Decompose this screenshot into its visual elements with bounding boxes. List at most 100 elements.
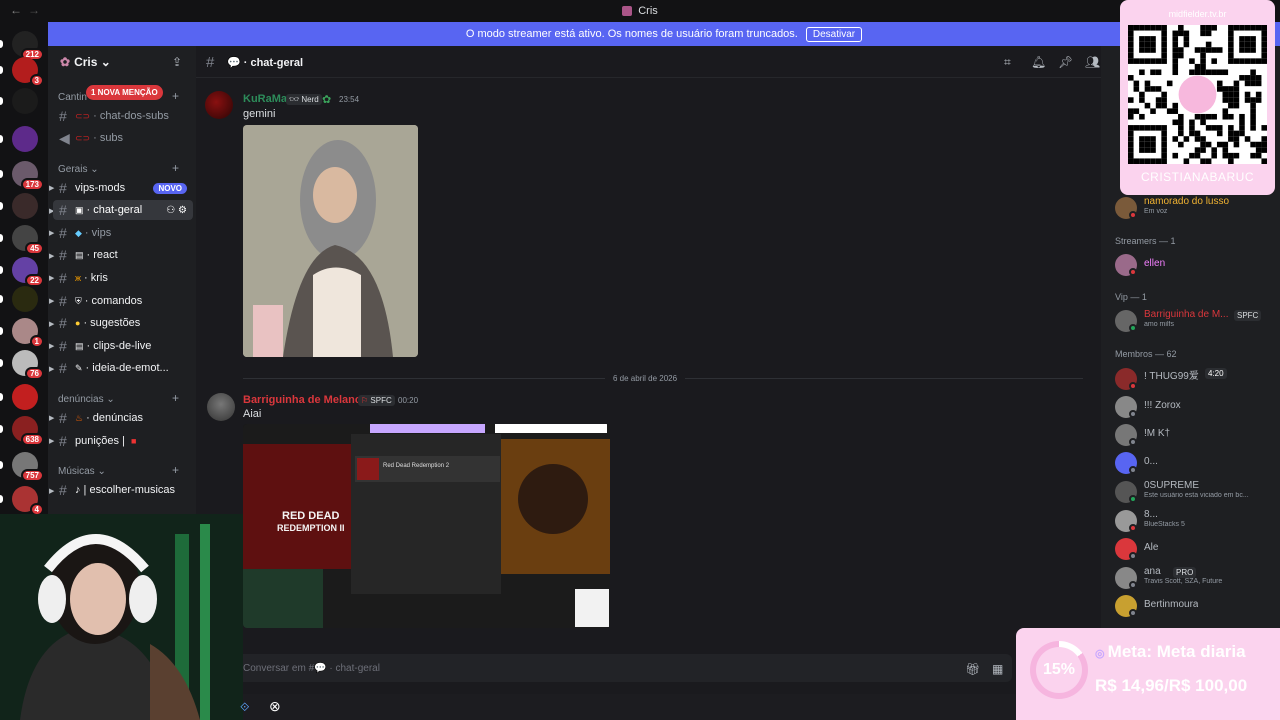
qr-module: [1178, 125, 1184, 131]
gift-icon[interactable]: 🎁︎: [965, 662, 980, 676]
channel-vips-mods[interactable]: # vips-mods NOVO: [53, 178, 193, 198]
qr-module: [1250, 69, 1256, 76]
server-icon[interactable]: 3: [12, 57, 44, 87]
member-list-icon[interactable]: 👥︎: [1085, 55, 1100, 69]
threads-icon[interactable]: ⌗: [1004, 55, 1011, 70]
pin-icon[interactable]: 📌︎: [1058, 55, 1073, 69]
server-icon[interactable]: [12, 286, 38, 312]
screenshot-attachment[interactable]: Red Dead Redemption 2 RED DEAD REDEMPTION…: [243, 424, 610, 628]
add-channel-icon[interactable]: +: [172, 391, 179, 405]
new-mention-pill[interactable]: 1 NOVA MENÇÃO: [86, 85, 163, 100]
qr-module: [1233, 86, 1240, 92]
server-icon[interactable]: 173: [12, 161, 44, 191]
forward-arrow-icon[interactable]: →: [28, 3, 40, 17]
add-channel-icon[interactable]: +: [172, 89, 179, 103]
qr-module: [1139, 25, 1145, 31]
qr-module: [1205, 158, 1212, 164]
server-icon[interactable]: 1: [12, 318, 44, 348]
member-item[interactable]: !!! Zorox: [1115, 394, 1275, 420]
server-icon[interactable]: 22: [12, 257, 44, 287]
qr-module: [1150, 41, 1156, 48]
server-icon[interactable]: 45: [12, 225, 44, 255]
channel-vips[interactable]: # ◆ · vips: [53, 223, 193, 243]
hash-icon: #: [59, 180, 67, 196]
channel-sugestoes[interactable]: # ● · sugestões: [53, 313, 193, 333]
message-author[interactable]: Barriguinha de Melancia: [243, 394, 370, 406]
app-icon[interactable]: ⟐: [240, 700, 249, 715]
member-item[interactable]: Ale: [1115, 536, 1275, 562]
server-icon[interactable]: [12, 384, 38, 410]
avatar[interactable]: [205, 91, 233, 119]
member-item[interactable]: 8... BlueStacks 5: [1115, 508, 1275, 534]
channel-ideia[interactable]: # ✎ · ideia-de-emot...: [53, 358, 193, 378]
server-icon[interactable]: [12, 88, 38, 114]
channel-clips[interactable]: # ▤ · clips-de-live: [53, 336, 193, 356]
message-author[interactable]: KuRaMa: [243, 93, 287, 105]
channel-kris[interactable]: # ж · kris: [53, 268, 193, 288]
qr-module: [1128, 113, 1134, 120]
hash-icon: #: [59, 247, 67, 263]
image-attachment[interactable]: [243, 125, 418, 357]
server-icon[interactable]: 212: [12, 31, 44, 61]
member-item[interactable]: ellen: [1115, 252, 1275, 278]
back-arrow-icon[interactable]: ←: [10, 3, 22, 17]
member-item[interactable]: Bertinmoura: [1115, 593, 1275, 619]
qr-module: [1139, 125, 1145, 131]
qr-module: [1244, 47, 1251, 53]
member-item[interactable]: 0SUPREME Este usuário esta viciado em bc.…: [1115, 479, 1275, 505]
qr-module: [1228, 136, 1234, 142]
qr-module: [1172, 58, 1179, 64]
server-icon[interactable]: 757: [12, 452, 44, 482]
disable-streamer-mode-button[interactable]: Desativar: [805, 26, 863, 42]
category-cantin[interactable]: Cantin: [58, 92, 87, 103]
bell-icon[interactable]: 🔔︎: [1031, 55, 1046, 69]
channel-label: · ideia-de-emot...: [85, 362, 169, 374]
invite-people-icon[interactable]: ⇪: [172, 55, 182, 69]
member-item[interactable]: namorado do lusso Em voz: [1115, 195, 1275, 221]
invite-icon[interactable]: ⚇ ⚙: [166, 205, 187, 216]
qr-module: [1239, 25, 1245, 31]
member-item[interactable]: !M K†: [1115, 422, 1275, 448]
server-icon[interactable]: [12, 193, 38, 219]
qr-module: [1233, 58, 1240, 64]
qr-module: [1233, 130, 1240, 137]
qr-module: [1211, 69, 1217, 76]
unread-pill: [0, 495, 3, 503]
server-name[interactable]: ✿ Cris ⌄: [60, 55, 111, 69]
gif-icon[interactable]: ▦: [992, 662, 1003, 676]
qr-module: [1205, 25, 1212, 31]
category-gerais[interactable]: Gerais ⌄: [58, 164, 99, 175]
member-item[interactable]: ana PRO Travis Scott, SZA, Future: [1115, 565, 1275, 591]
server-icon[interactable]: [12, 126, 38, 152]
channel-denuncias[interactable]: # ♨ · denúncias: [53, 408, 193, 428]
server-icon[interactable]: 4: [12, 486, 44, 516]
category-denuncias[interactable]: denúncias ⌄: [58, 394, 115, 405]
qr-module: [1150, 58, 1156, 64]
lips-icon: ⊂⊃: [75, 110, 91, 121]
qr-module: [1144, 86, 1151, 92]
add-channel-icon[interactable]: +: [172, 463, 179, 477]
qr-module: [1211, 125, 1217, 131]
member-item[interactable]: 0...: [1115, 450, 1275, 476]
channel-escolher-musicas[interactable]: # ♪ | escolher-musicas: [53, 480, 193, 500]
server-icon[interactable]: 638: [12, 416, 44, 446]
channel-chat-dos-subs[interactable]: # ⊂⊃ · chat-dos-subs: [53, 106, 193, 126]
member-item[interactable]: ! THUG99爱 4:20: [1115, 366, 1275, 392]
member-item[interactable]: Barriguinha de M... SPFC amo milfs: [1115, 308, 1275, 334]
qr-module: [1139, 58, 1145, 64]
qr-module: [1161, 136, 1167, 142]
xbox-icon[interactable]: ⊗: [269, 698, 281, 715]
channel-comandos[interactable]: # ⛨ · comandos: [53, 291, 193, 311]
server-icon[interactable]: 76: [12, 350, 44, 380]
add-channel-icon[interactable]: +: [172, 161, 179, 175]
qr-module: [1144, 147, 1151, 153]
channel-chat-geral[interactable]: # ▣ · chat-geral ⚇ ⚙: [53, 200, 193, 220]
qr-module: [1250, 113, 1256, 120]
category-musicas[interactable]: Músicas ⌄: [58, 466, 106, 477]
avatar[interactable]: [207, 393, 235, 421]
channel-punicoes[interactable]: # punições | ■: [53, 431, 193, 451]
channel-react[interactable]: # ▤ · react: [53, 245, 193, 265]
unread-pill: [0, 170, 3, 178]
qr-module: [1228, 41, 1234, 48]
channel-subs[interactable]: ◀ ⊂⊃ · subs: [53, 128, 193, 148]
